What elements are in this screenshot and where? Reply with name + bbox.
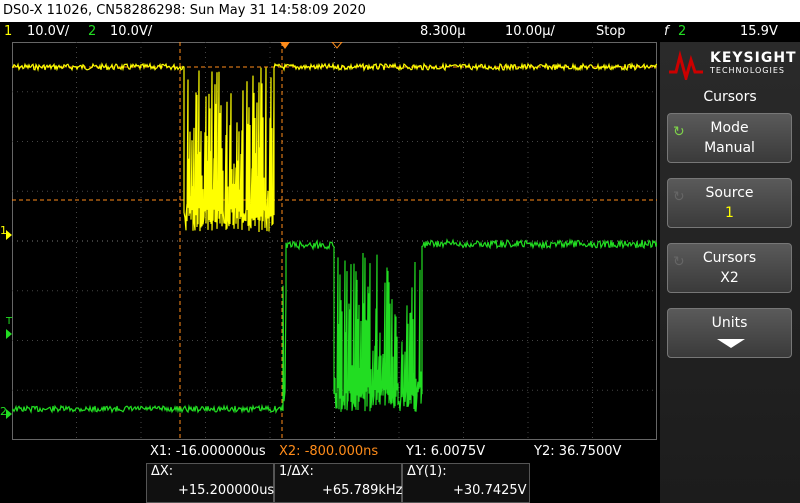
down-arrow-icon: [717, 339, 745, 348]
window-title: DS0-X 11026, CN58286298: Sun May 31 14:5…: [0, 0, 800, 22]
cursors-label: Cursors: [702, 250, 757, 266]
source-value: 1: [725, 205, 734, 221]
ch2-number[interactable]: 2: [88, 22, 96, 42]
ch1-scale[interactable]: 10.0V/: [27, 22, 69, 42]
ch1-arrow-icon: [6, 230, 12, 240]
delta-y-label: ΔY(1):: [407, 464, 447, 479]
y2-readout: Y2: 36.7500V: [534, 444, 622, 459]
ch1-number[interactable]: 1: [4, 22, 12, 42]
trigger-channel[interactable]: 2: [678, 22, 686, 42]
cursors-value: X2: [720, 270, 739, 286]
time-scale[interactable]: 10.00µ/: [505, 22, 555, 42]
ch2-waveform: [12, 238, 657, 415]
units-label: Units: [711, 315, 748, 331]
delta-x-value: +15.200000us: [178, 483, 275, 498]
trigger-level[interactable]: 15.9V: [740, 22, 778, 42]
waveform-display[interactable]: [12, 42, 657, 440]
delta-y-value: +30.7425V: [453, 483, 527, 498]
trigger-level-marker[interactable]: T: [6, 316, 12, 327]
time-offset[interactable]: 8.300µ: [420, 22, 466, 42]
brand-sub: TECHNOLOGIES: [710, 66, 785, 75]
x2-readout: X2: -800.000ns: [279, 444, 379, 459]
source-softkey[interactable]: ↻ Source 1: [667, 178, 792, 228]
cursors-softkey[interactable]: ↻ Cursors X2: [667, 243, 792, 293]
units-softkey[interactable]: Units: [667, 308, 792, 358]
y1-readout: Y1: 6.0075V: [406, 444, 486, 459]
source-label: Source: [705, 185, 754, 201]
ch2-arrow-icon: [6, 409, 12, 419]
brand-name: KEYSIGHT: [710, 50, 797, 66]
inv-delta-x-label: 1/ΔX:: [279, 464, 314, 479]
trigger-slope-icon[interactable]: f: [664, 22, 669, 42]
status-bar: 1 10.0V/ 2 10.0V/ 8.300µ 10.00µ/ Stop f …: [0, 22, 800, 42]
trigger-arrow-icon: [6, 329, 12, 339]
delta-x-label: ΔX:: [151, 464, 174, 479]
keysight-logo-icon: [669, 50, 703, 80]
inv-delta-x-value: +65.789kHz: [322, 483, 403, 498]
softkey-menu-title: Cursors: [703, 89, 757, 105]
mode-value: Manual: [704, 140, 755, 156]
ch2-scale[interactable]: 10.0V/: [110, 22, 152, 42]
run-state[interactable]: Stop: [596, 22, 626, 42]
mode-label: Mode: [710, 120, 749, 136]
x1-readout: X1: -16.000000us: [150, 444, 266, 459]
mode-softkey[interactable]: ↻ Mode Manual: [667, 113, 792, 163]
